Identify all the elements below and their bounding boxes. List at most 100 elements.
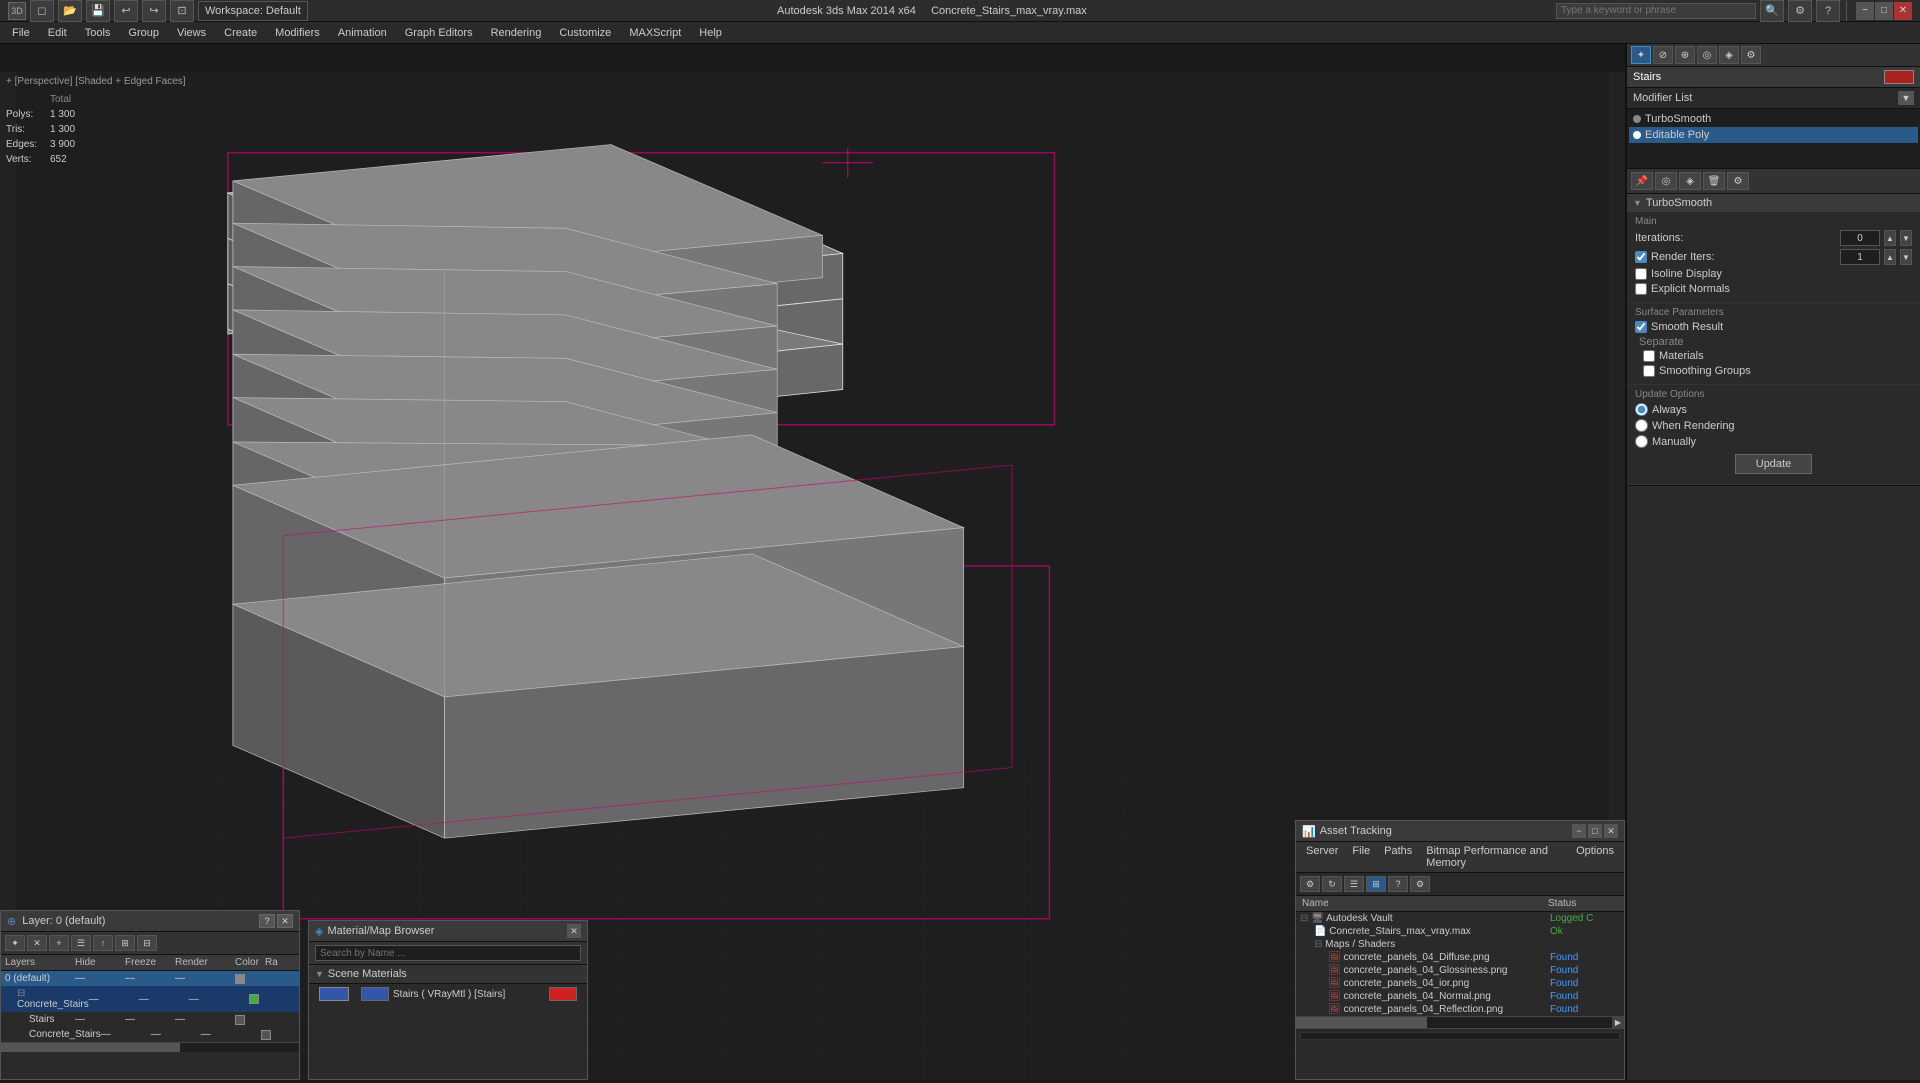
at-help-btn[interactable]: ? <box>1388 876 1408 892</box>
menu-edit[interactable]: Edit <box>40 25 75 41</box>
at-row-reflection[interactable]: 🖼 concrete_panels_04_Reflection.png Foun… <box>1296 1003 1624 1016</box>
at-row-vault[interactable]: ⊟ 🖥 Autodesk Vault Logged C <box>1296 912 1624 925</box>
modify-panel-btn[interactable]: ⊘ <box>1653 46 1673 64</box>
redo-btn[interactable]: ↪ <box>142 0 166 22</box>
new-btn[interactable]: ◻ <box>30 0 54 22</box>
open-btn[interactable]: 📂 <box>58 0 82 22</box>
at-row-ior[interactable]: 🖼 concrete_panels_04_ior.png Found <box>1296 977 1624 990</box>
layer-select-objects-btn[interactable]: ☰ <box>71 935 91 951</box>
mat-browser-close-btn[interactable]: ✕ <box>567 924 581 938</box>
at-row-normal[interactable]: 🖼 concrete_panels_04_Normal.png Found <box>1296 990 1624 1003</box>
remove-modifier-btn[interactable]: 🗑 <box>1703 172 1725 190</box>
ts-render-iters-checkbox[interactable] <box>1635 251 1647 263</box>
menu-create[interactable]: Create <box>216 25 265 41</box>
ts-isoline-checkbox[interactable] <box>1635 268 1647 280</box>
create-panel-btn[interactable]: ✦ <box>1631 46 1651 64</box>
ts-render-iters-up[interactable]: ▲ <box>1884 249 1896 265</box>
maximize-btn[interactable]: □ <box>1875 2 1893 20</box>
mat-search-input[interactable] <box>315 945 581 961</box>
menu-customize[interactable]: Customize <box>551 25 619 41</box>
ts-explicit-normals-checkbox[interactable] <box>1635 283 1647 295</box>
workspace-dropdown[interactable]: Workspace: Default <box>198 1 308 21</box>
modifier-list-dropdown-btn[interactable]: ▼ <box>1898 91 1914 105</box>
layer-color-default[interactable] <box>235 974 245 984</box>
layer-collapse-btn[interactable]: ⊟ <box>137 935 157 951</box>
ts-render-iters-input[interactable] <box>1840 249 1880 265</box>
hold-btn[interactable]: ⊡ <box>170 0 194 22</box>
at-detail-view-btn[interactable]: ⊞ <box>1366 876 1386 892</box>
ts-iterations-up[interactable]: ▲ <box>1884 230 1896 246</box>
undo-btn[interactable]: ↩ <box>114 0 138 22</box>
menu-help[interactable]: Help <box>691 25 730 41</box>
at-refresh-btn[interactable]: ↻ <box>1322 876 1342 892</box>
ts-iterations-down[interactable]: ▼ <box>1900 230 1912 246</box>
utilities-panel-btn[interactable]: ⚙ <box>1741 46 1761 64</box>
layer-row-default[interactable]: 0 (default) — — — <box>1 971 299 986</box>
ts-when-rendering-radio[interactable] <box>1635 419 1648 432</box>
save-btn[interactable]: 💾 <box>86 0 110 22</box>
menu-tools[interactable]: Tools <box>77 25 119 41</box>
make-unique-btn[interactable]: ◈ <box>1679 172 1701 190</box>
display-panel-btn[interactable]: ◈ <box>1719 46 1739 64</box>
at-settings-btn[interactable]: ⚙ <box>1300 876 1320 892</box>
menu-animation[interactable]: Animation <box>330 25 395 41</box>
mat-item-stairs[interactable]: Stairs ( VRayMtl ) [Stairs] <box>309 984 587 1004</box>
menu-maxscript[interactable]: MAXScript <box>621 25 689 41</box>
mat-scene-label[interactable]: ▼ Scene Materials <box>309 965 587 984</box>
at-list-view-btn[interactable]: ☰ <box>1344 876 1364 892</box>
hierarchy-panel-btn[interactable]: ⊕ <box>1675 46 1695 64</box>
ts-materials-checkbox[interactable] <box>1643 350 1655 362</box>
search-settings-btn[interactable]: ⚙ <box>1788 0 1812 22</box>
at-settings2-btn[interactable]: ⚙ <box>1410 876 1430 892</box>
layer-color-concrete-stairs-obj[interactable] <box>261 1030 271 1040</box>
menu-file[interactable]: File <box>4 25 38 41</box>
layer-add-selection-btn[interactable]: + <box>49 935 69 951</box>
layer-scrollbar[interactable] <box>1 1042 299 1052</box>
at-menu-server[interactable]: Server <box>1300 844 1344 870</box>
at-menu-file[interactable]: File <box>1346 844 1376 870</box>
layer-expand-btn[interactable]: ⊞ <box>115 935 135 951</box>
ts-render-iters-down[interactable]: ▼ <box>1900 249 1912 265</box>
at-menu-options[interactable]: Options <box>1570 844 1620 870</box>
minimize-btn[interactable]: − <box>1856 2 1874 20</box>
layer-color-concrete-stairs[interactable] <box>249 994 259 1004</box>
layer-new-btn[interactable]: ✦ <box>5 935 25 951</box>
ts-update-btn[interactable]: Update <box>1735 454 1812 474</box>
layer-color-stairs[interactable] <box>235 1015 245 1025</box>
ts-smooth-result-checkbox[interactable] <box>1635 321 1647 333</box>
search-btn[interactable]: 🔍 <box>1760 0 1784 22</box>
object-name[interactable]: Stairs <box>1633 71 1884 83</box>
layer-panel-help-btn[interactable]: ? <box>259 914 275 928</box>
ts-always-radio[interactable] <box>1635 403 1648 416</box>
at-scroll-right-btn[interactable]: ▶ <box>1612 1017 1624 1029</box>
menu-graph-editors[interactable]: Graph Editors <box>397 25 481 41</box>
modifier-editable-poly[interactable]: Editable Poly <box>1629 127 1918 143</box>
layer-panel-close-btn[interactable]: ✕ <box>277 914 293 928</box>
close-btn[interactable]: ✕ <box>1894 2 1912 20</box>
at-maximize-btn[interactable]: □ <box>1588 824 1602 838</box>
menu-rendering[interactable]: Rendering <box>483 25 550 41</box>
modifier-turbosmooth[interactable]: TurboSmooth <box>1629 111 1918 127</box>
menu-modifiers[interactable]: Modifiers <box>267 25 328 41</box>
ts-smoothing-groups-checkbox[interactable] <box>1643 365 1655 377</box>
layer-row-concrete-stairs[interactable]: ⊟ Concrete_Stairs — — — <box>1 986 299 1012</box>
show-end-result-btn[interactable]: ◎ <box>1655 172 1677 190</box>
menu-views[interactable]: Views <box>169 25 214 41</box>
motion-panel-btn[interactable]: ◎ <box>1697 46 1717 64</box>
search-input[interactable] <box>1556 3 1756 19</box>
at-minimize-btn[interactable]: − <box>1572 824 1586 838</box>
at-scroll-area[interactable]: ⊟ 🖥 Autodesk Vault Logged C 📄 Concrete_S… <box>1296 912 1624 1016</box>
layer-row-stairs[interactable]: Stairs — — — <box>1 1012 299 1027</box>
layer-row-concrete-stairs-obj[interactable]: Concrete_Stairs — — — <box>1 1027 299 1042</box>
at-row-gloss[interactable]: 🖼 concrete_panels_04_Glossiness.png Foun… <box>1296 964 1624 977</box>
at-close-btn[interactable]: ✕ <box>1604 824 1618 838</box>
ts-manually-radio[interactable] <box>1635 435 1648 448</box>
at-row-maps[interactable]: ⊟ Maps / Shaders <box>1296 938 1624 951</box>
configure-sets-btn[interactable]: ⚙ <box>1727 172 1749 190</box>
at-menu-paths[interactable]: Paths <box>1378 844 1418 870</box>
ts-iterations-input[interactable] <box>1840 230 1880 246</box>
at-menu-bitmap[interactable]: Bitmap Performance and Memory <box>1420 844 1568 870</box>
turbosmooth-header[interactable]: ▼ TurboSmooth <box>1627 194 1920 212</box>
at-row-diffuse[interactable]: 🖼 concrete_panels_04_Diffuse.png Found <box>1296 951 1624 964</box>
layer-select-layer-btn[interactable]: ↑ <box>93 935 113 951</box>
